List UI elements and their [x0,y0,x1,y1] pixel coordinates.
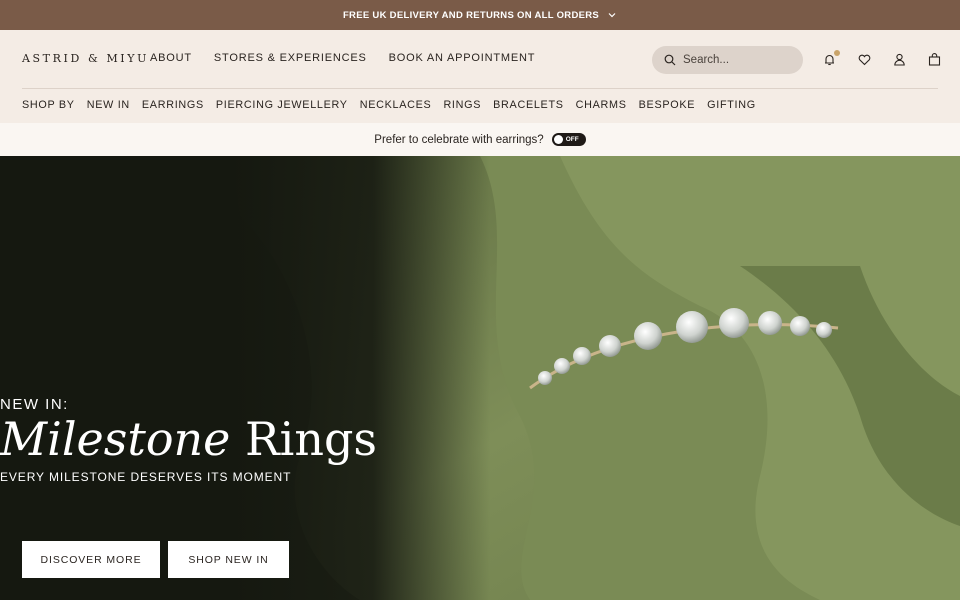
nav-book-appointment[interactable]: BOOK AN APPOINTMENT [389,52,536,64]
hero-title-regular: Rings [245,412,378,466]
brand-logo[interactable]: ASTRID & MIYU [22,52,149,65]
cat-shop-by[interactable]: SHOP BY [22,99,75,111]
search-box[interactable] [652,46,803,74]
earrings-preference-bar: Prefer to celebrate with earrings? OFF [0,123,960,156]
earrings-toggle[interactable]: OFF [551,133,586,146]
top-nav: ABOUT STORES & EXPERIENCES BOOK AN APPOI… [150,52,535,64]
bag-icon[interactable] [927,52,942,67]
promo-bar[interactable]: FREE UK DELIVERY AND RETURNS ON ALL ORDE… [0,0,960,30]
search-icon [664,54,676,66]
nav-about[interactable]: ABOUT [150,52,192,64]
category-nav: SHOP BY NEW IN EARRINGS PIERCING JEWELLE… [22,99,756,111]
hero-title: Milestone Rings [0,412,377,466]
chevron-down-icon [608,13,616,18]
notification-dot [834,50,840,56]
cat-bespoke[interactable]: BESPOKE [639,99,696,111]
bell-icon[interactable] [822,50,840,67]
nav-stores-experiences[interactable]: STORES & EXPERIENCES [214,52,367,64]
site-header: ASTRID & MIYU ABOUT STORES & EXPERIENCES… [0,30,960,123]
toggle-state: OFF [565,136,579,143]
search-input[interactable] [683,54,793,66]
cat-earrings[interactable]: EARRINGS [142,99,204,111]
promo-text: FREE UK DELIVERY AND RETURNS ON ALL ORDE… [342,9,600,21]
cat-new-in[interactable]: NEW IN [87,99,130,111]
cat-bracelets[interactable]: BRACELETS [493,99,564,111]
heart-icon[interactable] [857,52,872,67]
preference-label: Prefer to celebrate with earrings? [374,133,544,146]
hero-image [0,156,960,600]
cat-necklaces[interactable]: NECKLACES [360,99,432,111]
discover-more-button[interactable]: DISCOVER MORE [22,541,160,578]
shop-new-in-button[interactable]: SHOP NEW IN [168,541,289,578]
cat-piercing-jewellery[interactable]: PIERCING JEWELLERY [216,99,348,111]
header-icons [822,50,942,67]
toggle-knob [553,135,563,144]
header-divider [22,88,938,89]
hero-eyebrow: NEW IN: [0,396,69,413]
cat-gifting[interactable]: GIFTING [707,99,756,111]
cat-rings[interactable]: RINGS [443,99,481,111]
hero-title-italic: Milestone [0,412,231,466]
hero-banner: NEW IN: Milestone Rings EVERY MILESTONE … [0,156,960,600]
cat-charms[interactable]: CHARMS [576,99,627,111]
hero-subtitle: EVERY MILESTONE DESERVES ITS MOMENT [0,470,292,484]
user-icon[interactable] [892,52,907,67]
